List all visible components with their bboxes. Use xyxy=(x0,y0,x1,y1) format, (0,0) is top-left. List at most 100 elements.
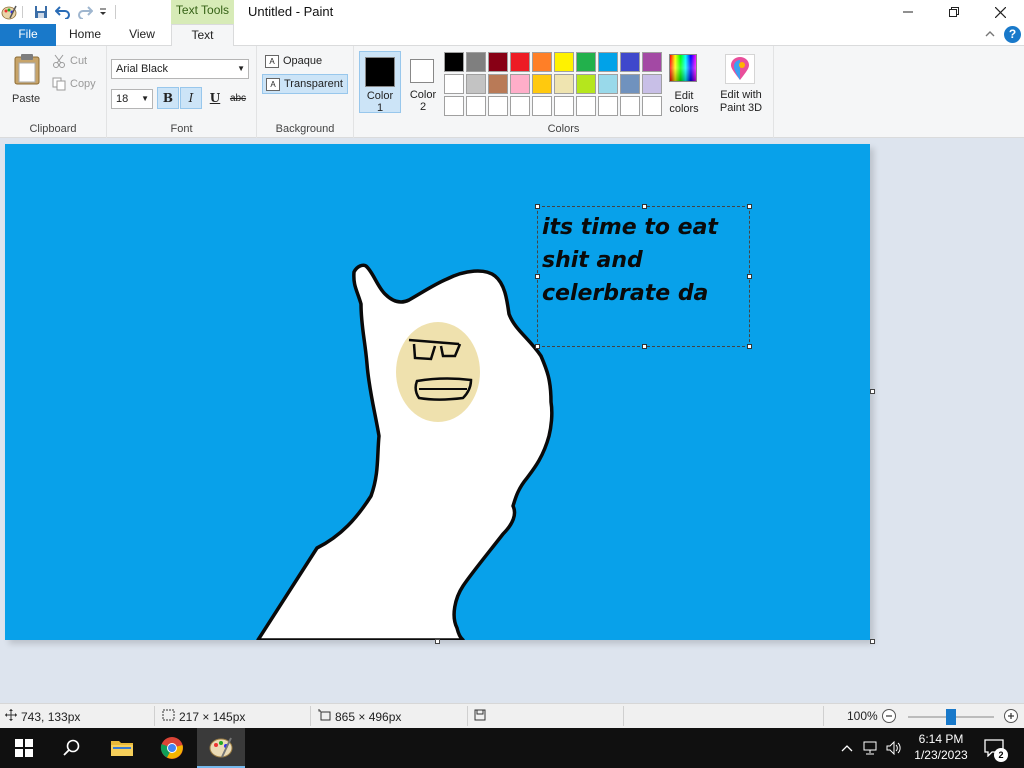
palette-swatch[interactable] xyxy=(598,52,618,72)
canvas-resize-handle-right[interactable] xyxy=(870,389,875,394)
palette-swatch[interactable] xyxy=(576,52,596,72)
palette-swatch[interactable] xyxy=(466,74,486,94)
color2-button[interactable]: Color 2 xyxy=(402,51,444,113)
palette-swatch[interactable] xyxy=(488,74,508,94)
tab-home[interactable]: Home xyxy=(58,24,112,46)
network-icon[interactable] xyxy=(860,728,880,768)
palette-swatch[interactable] xyxy=(598,74,618,94)
tab-text[interactable]: Text xyxy=(171,24,234,47)
taskbar-clock[interactable]: 6:14 PM 1/23/2023 xyxy=(905,731,977,763)
font-size-select[interactable]: 18 ▼ xyxy=(111,89,153,109)
action-center-button[interactable]: 2 xyxy=(980,728,1008,768)
resize-handle[interactable] xyxy=(747,274,752,279)
chrome-button[interactable] xyxy=(148,728,196,768)
palette-swatch[interactable] xyxy=(510,74,530,94)
palette-swatch[interactable] xyxy=(466,52,486,72)
file-explorer-button[interactable] xyxy=(98,728,146,768)
zoom-out-button[interactable] xyxy=(881,708,897,724)
clipboard-group-label: Clipboard xyxy=(29,123,77,135)
edit-colors-button[interactable]: Edit colors xyxy=(666,51,702,117)
palette-swatch[interactable] xyxy=(532,52,552,72)
qa-divider xyxy=(115,5,116,19)
resize-handle[interactable] xyxy=(642,344,647,349)
bold-button[interactable]: B xyxy=(157,87,179,109)
palette-swatch[interactable] xyxy=(510,52,530,72)
save-icon[interactable] xyxy=(32,3,50,21)
palette-swatch[interactable] xyxy=(488,52,508,72)
opaque-icon: A xyxy=(265,55,279,68)
palette-swatch[interactable] xyxy=(642,52,662,72)
canvas-text[interactable]: its time to eat shit and celerbrate da xyxy=(542,211,747,310)
selection-icon xyxy=(162,709,175,724)
edit-with-paint3d-button[interactable]: Edit with Paint 3D xyxy=(714,51,768,117)
strikethrough-button[interactable]: abc xyxy=(227,87,249,109)
palette-swatch[interactable] xyxy=(488,96,508,116)
palette-swatch[interactable] xyxy=(532,96,552,116)
palette-swatch[interactable] xyxy=(466,96,486,116)
palette-swatch[interactable] xyxy=(444,96,464,116)
palette-swatch[interactable] xyxy=(554,74,574,94)
minimize-button[interactable] xyxy=(885,0,931,24)
palette-swatch[interactable] xyxy=(554,52,574,72)
close-button[interactable] xyxy=(977,0,1023,24)
italic-button[interactable]: I xyxy=(180,87,202,109)
image-size-icon xyxy=(318,709,331,724)
cut-button[interactable]: Cut xyxy=(52,54,104,72)
resize-handle[interactable] xyxy=(535,204,540,209)
underline-button[interactable]: U xyxy=(204,87,226,109)
canvas-resize-handle-bottom[interactable] xyxy=(435,639,440,644)
search-icon xyxy=(63,739,80,756)
resize-handle[interactable] xyxy=(535,344,540,349)
tab-view[interactable]: View xyxy=(114,24,170,46)
zoom-in-button[interactable] xyxy=(1003,708,1019,724)
minimize-ribbon-chevron-up-icon[interactable] xyxy=(984,28,998,42)
restore-button[interactable] xyxy=(931,0,977,24)
resize-handle[interactable] xyxy=(535,274,540,279)
palette-swatch[interactable] xyxy=(532,74,552,94)
color1-button[interactable]: Color 1 xyxy=(359,51,401,114)
paint-app-icon[interactable] xyxy=(0,3,18,21)
palette-swatch[interactable] xyxy=(620,52,640,72)
palette-swatch[interactable] xyxy=(642,74,662,94)
opaque-button[interactable]: A Opaque xyxy=(262,52,348,72)
palette-swatch[interactable] xyxy=(554,96,574,116)
palette-swatch[interactable] xyxy=(598,96,618,116)
chevron-down-icon: ▼ xyxy=(141,94,149,103)
transparent-button[interactable]: A Transparent xyxy=(262,74,348,94)
ribbon: Paste Cut Copy Clipboard Arial Black ▼ 1… xyxy=(0,46,1024,138)
text-selection-box[interactable]: its time to eat shit and celerbrate da xyxy=(535,204,752,349)
help-icon[interactable]: ? xyxy=(1004,26,1021,43)
palette-swatch[interactable] xyxy=(620,96,640,116)
paint-taskbar-button[interactable] xyxy=(197,728,245,768)
resize-handle[interactable] xyxy=(642,204,647,209)
palette-swatch[interactable] xyxy=(576,96,596,116)
search-button[interactable] xyxy=(48,728,96,768)
font-family-select[interactable]: Arial Black ▼ xyxy=(111,59,249,79)
paint3d-label: Edit with Paint 3D xyxy=(719,89,763,114)
cut-label: Cut xyxy=(70,55,88,67)
palette-swatch[interactable] xyxy=(444,74,464,94)
palette-swatch[interactable] xyxy=(576,74,596,94)
palette-swatch[interactable] xyxy=(642,96,662,116)
drawing-canvas[interactable]: its time to eat shit and celerbrate da xyxy=(5,144,870,640)
resize-handle[interactable] xyxy=(747,204,752,209)
redo-icon[interactable] xyxy=(76,3,94,21)
zoom-slider-thumb[interactable] xyxy=(946,709,956,725)
paste-button[interactable]: Paste xyxy=(8,50,46,108)
canvas-resize-handle-corner[interactable] xyxy=(870,639,875,644)
zoom-slider[interactable] xyxy=(908,709,994,725)
palette-swatch[interactable] xyxy=(620,74,640,94)
start-button[interactable] xyxy=(0,728,48,768)
resize-handle[interactable] xyxy=(747,344,752,349)
customize-qa-chevron-down-icon[interactable] xyxy=(96,3,110,21)
cursor-position: 743, 133px xyxy=(5,709,80,724)
undo-icon[interactable] xyxy=(54,3,72,21)
copy-button[interactable]: Copy xyxy=(52,77,104,95)
tab-file[interactable]: File xyxy=(0,24,56,46)
show-hidden-icons-chevron-up-icon[interactable] xyxy=(838,728,856,768)
palette-swatch[interactable] xyxy=(444,52,464,72)
palette-swatch[interactable] xyxy=(510,96,530,116)
volume-icon[interactable] xyxy=(884,728,904,768)
chrome-icon xyxy=(160,737,183,759)
image-size: 865 × 496px xyxy=(318,709,401,724)
